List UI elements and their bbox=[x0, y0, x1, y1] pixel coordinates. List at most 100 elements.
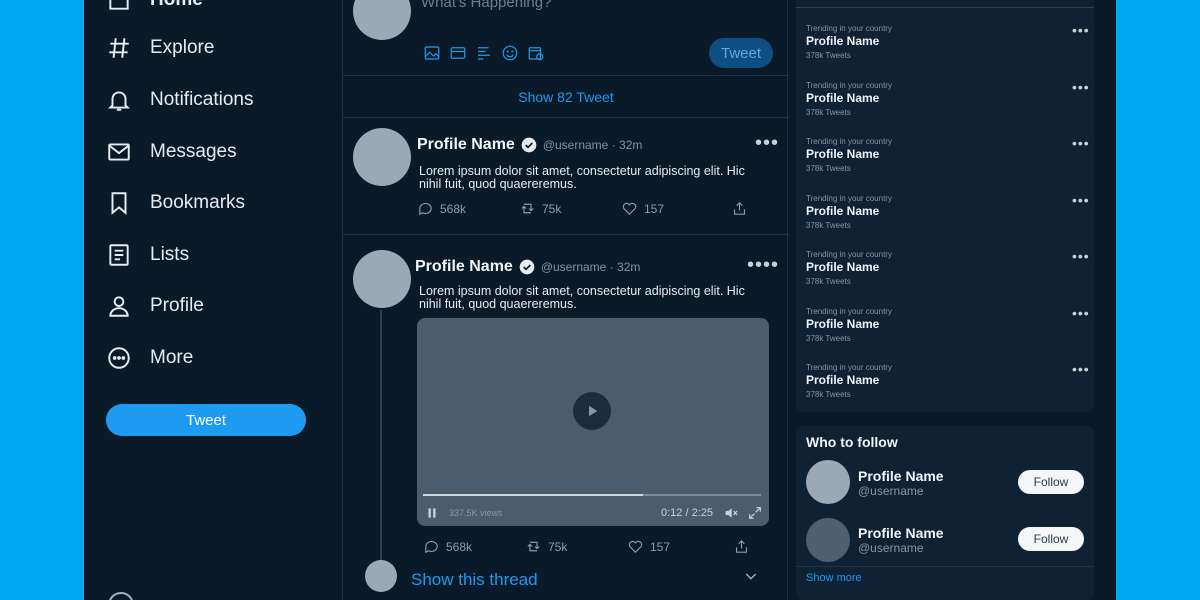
compose-input[interactable]: What's Happening? bbox=[421, 0, 551, 11]
video-controls: 337.5K views 0:12 / 2:25 bbox=[425, 504, 763, 522]
reply-count: 568k bbox=[440, 201, 467, 216]
retweet-count: 75k bbox=[542, 201, 562, 216]
follow-avatar[interactable] bbox=[806, 460, 850, 504]
trend-item[interactable]: Trending in your country Profile Name 378k… bbox=[806, 305, 1089, 357]
tweet-actions: 568k 75k 157 bbox=[423, 538, 756, 555]
follow-button[interactable]: Follow bbox=[1018, 527, 1084, 551]
nav-item-home[interactable]: Home bbox=[104, 0, 203, 18]
more-options-icon[interactable]: ••• bbox=[1072, 22, 1090, 38]
nav-item-notifications[interactable]: Notifications bbox=[104, 82, 254, 118]
left-sidebar: Home Explore Notifications Messages Book bbox=[84, 0, 342, 600]
gif-icon[interactable] bbox=[449, 44, 467, 62]
trend-item[interactable]: Trending in your country Profile Name 378k… bbox=[806, 22, 1089, 74]
poll-icon[interactable] bbox=[475, 44, 493, 62]
pause-icon[interactable] bbox=[425, 506, 439, 520]
verified-icon bbox=[521, 137, 537, 153]
trend-item[interactable]: Trending in your country Profile Name 378k… bbox=[806, 79, 1089, 131]
trend-item[interactable]: Trending in your country Profile Name 378k… bbox=[806, 248, 1089, 300]
trend-category: Trending in your country bbox=[806, 193, 892, 203]
reply-icon bbox=[425, 541, 438, 554]
compose-box: What's Happening? Tweet bbox=[343, 0, 789, 76]
trend-item[interactable]: Trending in your country Profile Name 378k… bbox=[806, 192, 1089, 244]
image-icon[interactable] bbox=[423, 44, 441, 62]
play-icon bbox=[589, 405, 598, 417]
trend-category: Trending in your country bbox=[806, 80, 892, 90]
more-options-icon[interactable]: ••• bbox=[1072, 248, 1090, 264]
nav-item-messages[interactable]: Messages bbox=[104, 134, 237, 170]
trend-name: Profile Name bbox=[806, 90, 880, 105]
trend-count: 378k Tweets bbox=[806, 164, 851, 173]
video-progress-bar[interactable] bbox=[423, 494, 761, 496]
more-options-icon[interactable]: ••• bbox=[1072, 192, 1090, 208]
thread-line bbox=[380, 310, 382, 560]
retweet-count: 75k bbox=[548, 539, 568, 554]
trend-count: 378k Tweets bbox=[806, 277, 851, 286]
emoji-icon[interactable] bbox=[501, 44, 519, 62]
tweet-avatar[interactable] bbox=[353, 250, 411, 308]
trend-item[interactable]: Trending in your country Profile Name 378k… bbox=[806, 135, 1089, 187]
nav-item-bookmarks[interactable]: Bookmarks bbox=[104, 185, 245, 221]
trend-item[interactable]: Trending in your country Profile Name 378k… bbox=[806, 361, 1089, 413]
more-options-icon[interactable]: ••• bbox=[1072, 135, 1090, 151]
nav-item-explore[interactable]: Explore bbox=[104, 30, 214, 66]
show-thread-link[interactable]: Show this thread bbox=[411, 570, 538, 590]
reply-button[interactable]: 568k bbox=[417, 200, 519, 217]
nav-item-more[interactable]: More bbox=[104, 340, 193, 376]
bell-icon bbox=[104, 85, 134, 115]
follow-user-handle: @username bbox=[858, 484, 924, 498]
share-button[interactable] bbox=[733, 538, 756, 555]
who-to-follow-panel: Who to follow Profile Name @username Fol… bbox=[796, 426, 1094, 600]
nav-label: Messages bbox=[150, 141, 237, 162]
more-options-icon[interactable]: ••• bbox=[1072, 79, 1090, 95]
tweet-author-name[interactable]: Profile Name bbox=[417, 136, 515, 154]
trend-count: 378k Tweets bbox=[806, 220, 851, 230]
who-to-follow-title: Who to follow bbox=[806, 434, 898, 450]
like-button[interactable]: 157 bbox=[627, 538, 733, 555]
video-progress-fill bbox=[423, 494, 643, 496]
tweet-actions: 568k 75k 157 bbox=[417, 200, 754, 217]
sidebar-tweet-button[interactable]: Tweet bbox=[106, 404, 306, 436]
follow-user-name[interactable]: Profile Name bbox=[858, 468, 944, 484]
more-options-icon[interactable]: ••• bbox=[1072, 305, 1090, 321]
more-options-icon[interactable]: ••• bbox=[755, 132, 779, 155]
tweet-avatar[interactable] bbox=[353, 128, 411, 186]
share-button[interactable] bbox=[731, 200, 754, 217]
trend-name: Profile Name bbox=[806, 147, 880, 161]
tweet-card[interactable]: Profile Name @username · 32m ••• Lorem i… bbox=[343, 118, 789, 235]
like-count: 157 bbox=[650, 539, 671, 554]
heart-icon bbox=[628, 540, 643, 553]
list-icon bbox=[104, 240, 134, 270]
follow-user-name[interactable]: Profile Name bbox=[858, 525, 944, 541]
nav-item-profile[interactable]: Profile bbox=[104, 288, 204, 324]
home-icon bbox=[104, 0, 134, 15]
reply-button[interactable]: 568k bbox=[423, 538, 525, 555]
more-options-icon[interactable]: ••• bbox=[1072, 361, 1090, 377]
play-button[interactable] bbox=[573, 392, 611, 430]
video-player[interactable]: 337.5K views 0:12 / 2:25 bbox=[417, 318, 769, 526]
heart-icon bbox=[622, 202, 637, 215]
schedule-icon[interactable] bbox=[527, 44, 545, 62]
tweet-text: Lorem ipsum dolor sit amet, consectetur … bbox=[419, 284, 745, 311]
share-icon bbox=[735, 540, 748, 553]
trend-count: 378k Tweets bbox=[806, 51, 851, 60]
compose-toolbar bbox=[423, 44, 545, 62]
like-button[interactable]: 157 bbox=[621, 200, 731, 217]
follow-avatar[interactable] bbox=[806, 518, 850, 562]
show-more-link[interactable]: Show more bbox=[806, 572, 862, 584]
nav-item-lists[interactable]: Lists bbox=[104, 237, 189, 273]
show-new-tweets-link[interactable]: Show 82 Tweet bbox=[343, 76, 789, 118]
retweet-button[interactable]: 75k bbox=[525, 538, 627, 555]
mute-icon[interactable] bbox=[723, 505, 739, 521]
compose-tweet-button[interactable]: Tweet bbox=[709, 38, 773, 68]
nav-label: Bookmarks bbox=[150, 192, 246, 213]
tweet-author-name[interactable]: Profile Name bbox=[415, 258, 513, 276]
chevron-down-icon[interactable] bbox=[743, 568, 759, 589]
panel-divider bbox=[796, 566, 1094, 567]
show-thread-row[interactable]: Show this thread bbox=[343, 560, 789, 596]
follow-button[interactable]: Follow bbox=[1018, 470, 1084, 494]
more-options-icon[interactable]: •••• bbox=[747, 254, 779, 277]
trend-category: Trending in your country bbox=[806, 137, 892, 146]
account-avatar[interactable] bbox=[108, 592, 134, 600]
retweet-button[interactable]: 75k bbox=[519, 200, 621, 217]
fullscreen-icon[interactable] bbox=[747, 505, 763, 521]
